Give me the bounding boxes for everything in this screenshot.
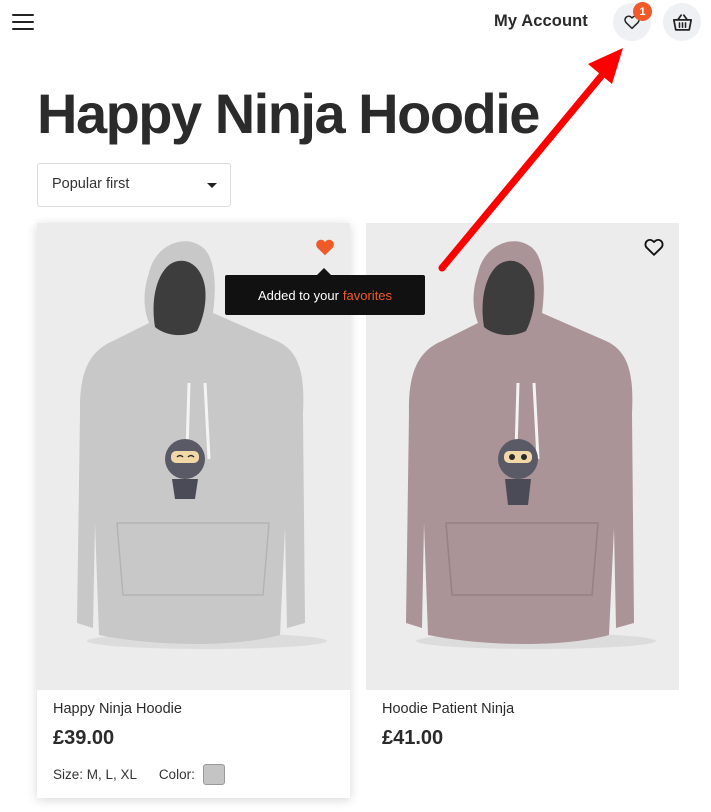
product-sizes: Size: M, L, XL [53, 767, 138, 782]
product-color-label: Color: [158, 767, 195, 782]
my-account-link[interactable]: My Account [494, 12, 588, 31]
sort-dropdown[interactable]: Popular first [37, 163, 231, 207]
product-name[interactable]: Happy Ninja Hoodie [53, 701, 182, 717]
basket-icon [672, 13, 692, 31]
page-title: Happy Ninja Hoodie [37, 82, 540, 145]
tooltip-text: Added to your [257, 287, 339, 303]
color-swatch[interactable] [202, 764, 225, 785]
favorite-heart-filled-icon[interactable] [314, 236, 336, 258]
tooltip-highlight: favorites [342, 287, 393, 303]
wishlist-count-badge: 1 [633, 2, 652, 21]
cart-button[interactable] [663, 3, 701, 41]
product-price: £41.00 [382, 727, 444, 749]
wishlist-button[interactable]: 1 [613, 2, 652, 41]
site-header: My Account 1 [0, 0, 711, 48]
product-price: £39.00 [53, 727, 115, 749]
favorites-tooltip: Added to your favorites [225, 268, 425, 315]
hamburger-menu-icon[interactable] [12, 13, 34, 31]
product-name[interactable]: Hoodie Patient Ninja [382, 701, 514, 717]
product-attributes: Size: M, L, XL Color: [53, 764, 225, 785]
favorite-heart-outline-icon[interactable] [643, 236, 665, 258]
sort-selected-value: Popular first [52, 176, 130, 192]
chevron-down-icon [207, 183, 217, 188]
